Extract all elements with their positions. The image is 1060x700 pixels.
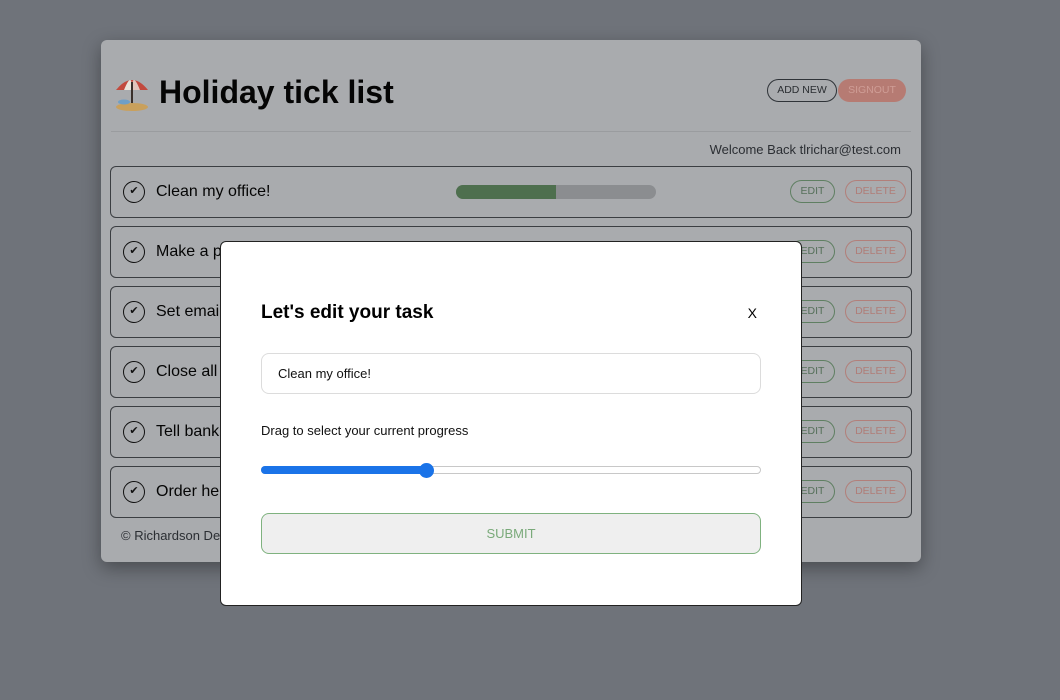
slider-fill <box>261 466 426 474</box>
task-name: Tell bank <box>156 423 220 440</box>
check-icon[interactable]: ✔ <box>123 301 145 323</box>
delete-button[interactable]: DELETE <box>845 180 906 203</box>
delete-button[interactable]: DELETE <box>845 480 906 503</box>
task-name: Clean my office! <box>156 183 271 200</box>
modal-title: Let's edit your task <box>261 302 434 323</box>
check-icon[interactable]: ✔ <box>123 361 145 383</box>
task-name: Order he <box>156 483 220 500</box>
task-progress-fill <box>456 185 556 199</box>
task-row: ✔ Clean my office! EDIT DELETE <box>110 166 912 218</box>
check-icon[interactable]: ✔ <box>123 241 145 263</box>
slider-thumb[interactable] <box>419 463 434 478</box>
close-button[interactable]: X <box>748 305 757 321</box>
add-new-button[interactable]: ADD NEW <box>767 79 837 102</box>
check-icon[interactable]: ✔ <box>123 481 145 503</box>
welcome-message: Welcome Back tlrichar@test.com <box>709 142 901 157</box>
progress-slider[interactable] <box>261 463 761 478</box>
edit-task-modal: Let's edit your task X Drag to select yo… <box>220 241 802 606</box>
delete-button[interactable]: DELETE <box>845 300 906 323</box>
task-name: Make a p <box>156 243 222 260</box>
page-title: Holiday tick list <box>159 74 394 110</box>
delete-button[interactable]: DELETE <box>845 420 906 443</box>
task-progress-bar <box>456 185 656 199</box>
check-icon[interactable]: ✔ <box>123 421 145 443</box>
delete-button[interactable]: DELETE <box>845 360 906 383</box>
task-name-input[interactable] <box>261 353 761 394</box>
header: Holiday tick list ADD NEW SIGNOUT <box>111 68 911 132</box>
task-name: Close all <box>156 363 218 380</box>
edit-button[interactable]: EDIT <box>790 180 835 203</box>
task-name: Set emai <box>156 303 220 320</box>
signout-button[interactable]: SIGNOUT <box>838 79 906 102</box>
beach-umbrella-icon <box>116 80 148 111</box>
submit-button[interactable]: SUBMIT <box>261 513 761 554</box>
progress-label: Drag to select your current progress <box>261 423 469 438</box>
delete-button[interactable]: DELETE <box>845 240 906 263</box>
footer-copyright: © Richardson De <box>121 528 221 543</box>
check-icon[interactable]: ✔ <box>123 181 145 203</box>
